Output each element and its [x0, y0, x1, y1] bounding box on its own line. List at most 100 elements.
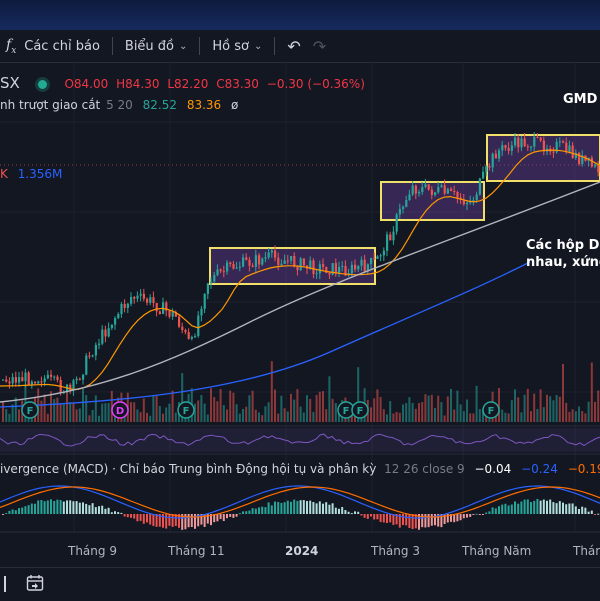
candle-body	[488, 166, 491, 168]
volume-bar	[286, 411, 289, 422]
candle-body	[254, 255, 257, 267]
candle-body	[24, 372, 27, 382]
volume-bar	[574, 411, 577, 422]
macd-histogram-bar	[146, 514, 148, 523]
macd-legend[interactable]: ivergence (MACD) · Chỉ báo Trung bình Độ…	[0, 462, 600, 476]
candle-body	[126, 303, 129, 308]
macd-histogram-bar	[98, 506, 100, 514]
macd-histogram-bar	[558, 501, 561, 514]
chart-type-button[interactable]: Biểu đồ ⌄	[119, 30, 194, 62]
volume-bar	[398, 412, 401, 422]
macd-histogram-bar	[424, 514, 427, 528]
calendar-icon[interactable]	[26, 574, 44, 592]
volume-bar	[254, 409, 257, 422]
profile-button[interactable]: Hồ sơ ⌄	[206, 30, 268, 62]
volume-bar	[478, 409, 481, 422]
volume-bar	[171, 390, 174, 422]
undo-button[interactable]: ↶	[281, 30, 306, 62]
ma-legend[interactable]: nh trượt giao cắt 5 20 82.52 83.36 ø	[0, 98, 238, 112]
candle-body	[104, 329, 107, 337]
candle-body	[402, 206, 405, 209]
macd-histogram-bar	[290, 501, 292, 514]
macd-histogram-bar	[453, 514, 456, 523]
toolbar-divider	[274, 37, 276, 55]
candle-body	[53, 376, 56, 378]
macd-histogram-bar	[594, 514, 596, 515]
macd-histogram-bar	[82, 502, 84, 514]
volume-bar	[382, 409, 385, 422]
macd-histogram-bar	[152, 514, 155, 527]
candle-body	[114, 318, 117, 325]
candle-body	[120, 303, 123, 314]
candle-body	[2, 379, 5, 381]
volume-bar	[450, 388, 452, 422]
candle-body	[504, 145, 507, 149]
volume-bar	[517, 397, 520, 422]
annotation-boxes-line2[interactable]: nhau, xứng	[526, 255, 600, 270]
ma-fast-value: 82.52	[142, 98, 177, 112]
volume-bar	[174, 412, 177, 422]
volume-bar	[536, 409, 539, 422]
candle-body	[242, 257, 245, 267]
candle-body	[299, 258, 302, 271]
macd-histogram-bar	[258, 507, 260, 514]
candle-body	[181, 326, 184, 331]
candle-body	[46, 374, 49, 379]
candle-body	[267, 252, 270, 258]
candle-body	[421, 186, 424, 193]
macd-histogram-bar	[478, 514, 481, 515]
volume-bar	[411, 402, 414, 422]
candle-body	[533, 136, 536, 147]
macd-histogram-bar	[494, 508, 497, 514]
price-chart-area[interactable]: FDFFFF SX O84.00 H84.30 L82.20 C83.30 −0…	[0, 62, 600, 567]
volume-bar	[446, 396, 449, 422]
macd-histogram-bar	[267, 502, 270, 514]
volume-bar	[466, 399, 468, 422]
volume-bar	[430, 394, 433, 422]
volume-bar	[78, 408, 81, 422]
volume-bar	[136, 409, 139, 422]
redo-button[interactable]: ↷	[307, 30, 332, 62]
candle-body	[130, 297, 133, 304]
range-button-partial[interactable]	[0, 576, 6, 592]
candle-body	[418, 192, 421, 194]
candle-body	[136, 295, 139, 299]
candle-body	[258, 255, 261, 265]
volume-bar	[392, 413, 395, 422]
x-tick-label: 2024	[285, 544, 319, 558]
macd-histogram-bar	[18, 508, 20, 514]
volume-bar	[549, 396, 552, 422]
candle-body	[370, 258, 373, 265]
macd-histogram-bar	[530, 502, 532, 514]
volume-bar	[5, 409, 8, 422]
indicators-button[interactable]: fx Các chỉ báo	[0, 30, 106, 62]
annotation-gmd[interactable]: GMD	[563, 92, 597, 107]
candle-body	[354, 264, 357, 270]
candle-body	[149, 297, 152, 303]
macd-histogram-bar	[568, 503, 571, 514]
symbol-name[interactable]: SX	[0, 74, 20, 92]
macd-histogram-bar	[546, 500, 548, 514]
macd-histogram-bar	[232, 514, 235, 518]
candle-body	[75, 378, 78, 381]
x-tick-label: Tháng 11	[168, 544, 225, 558]
macd-histogram-bar	[555, 503, 558, 514]
candle-body	[363, 259, 366, 272]
candle-body	[562, 141, 565, 143]
volume-bar	[293, 399, 296, 422]
candle-body	[158, 311, 161, 314]
macd-histogram-bar	[507, 505, 510, 514]
volume-bar	[107, 402, 110, 422]
candle-body	[389, 234, 392, 241]
macd-histogram-bar	[379, 514, 382, 523]
candle-body	[408, 194, 411, 201]
candle-body	[514, 137, 517, 146]
annotation-boxes-line1[interactable]: Các hộp Da	[526, 238, 600, 253]
volume-bar	[130, 402, 132, 422]
macd-histogram-bar	[219, 514, 222, 520]
macd-histogram-bar	[59, 500, 62, 514]
volume-bar	[565, 402, 568, 422]
candle-body	[37, 381, 40, 384]
live-status-icon	[37, 79, 47, 89]
macd-histogram-bar	[69, 500, 72, 514]
